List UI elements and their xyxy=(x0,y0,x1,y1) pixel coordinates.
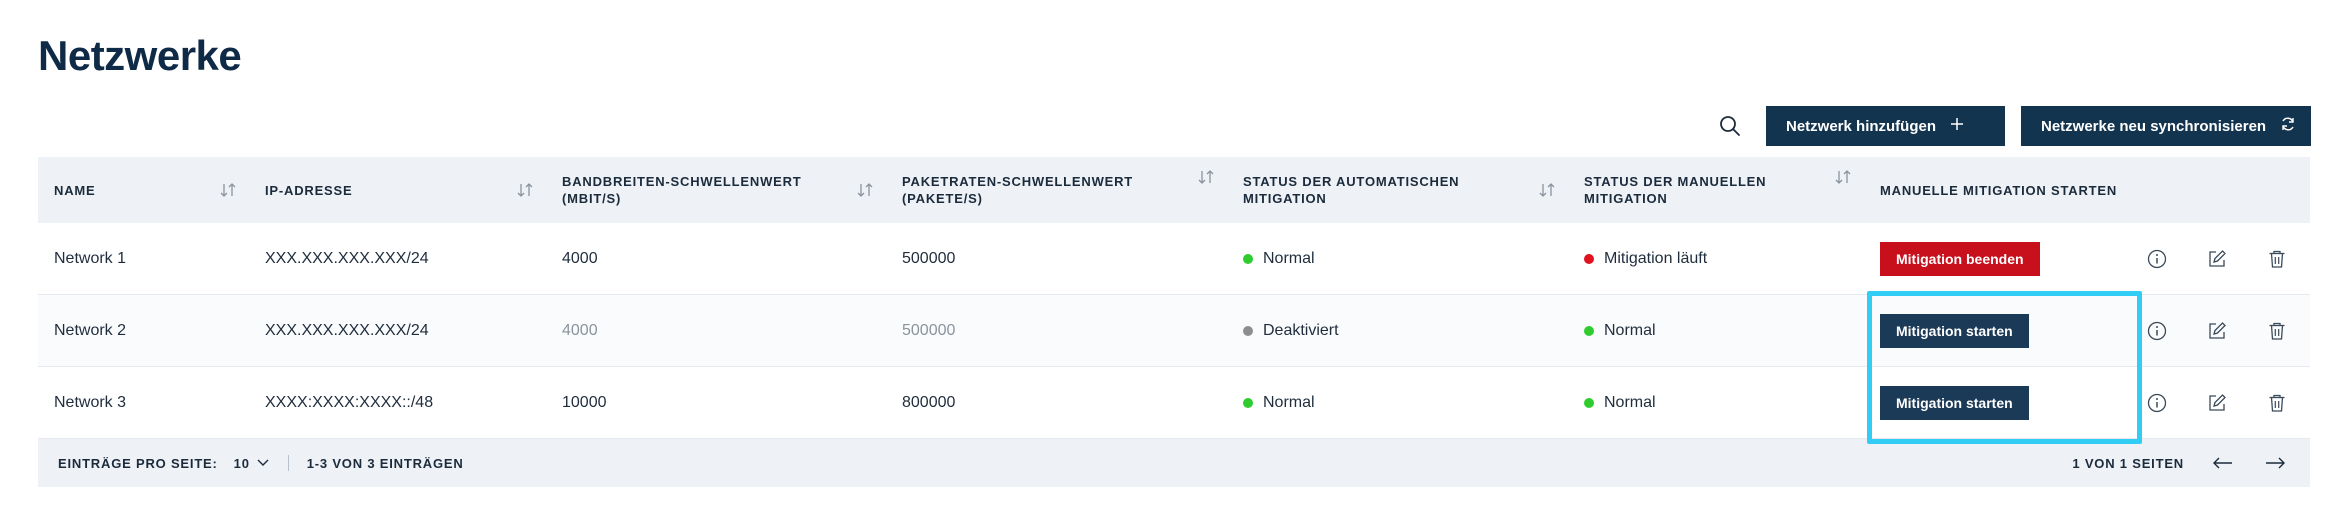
column-header-label: STATUS DER AUTOMATISCHEN MITIGATION xyxy=(1243,174,1460,206)
sort-icon[interactable] xyxy=(1197,168,1215,186)
status-text: Mitigation läuft xyxy=(1604,249,1708,267)
cell-actions: Mitigation starten xyxy=(1864,295,2310,366)
cell-ip: XXXX:XXXX:XXXX::/48 xyxy=(265,393,434,411)
status-dot xyxy=(1584,253,1594,264)
cell-bandwidth: 10000 xyxy=(562,393,607,411)
per-page-label: EINTRÄGE PRO SEITE: xyxy=(58,455,218,471)
page-indicator: 1 VON 1 SEITEN xyxy=(2072,455,2184,471)
status-text: Normal xyxy=(1263,393,1315,411)
sync-networks-label: Netzwerke neu synchronisieren xyxy=(2041,117,2267,135)
edit-icon[interactable] xyxy=(2206,320,2228,342)
divider xyxy=(287,455,289,471)
trash-icon[interactable] xyxy=(2266,320,2288,342)
status-dot xyxy=(1243,253,1253,264)
edit-icon[interactable] xyxy=(2206,392,2228,414)
toolbar: Netzwerk hinzufügen Netzwerke neu synchr… xyxy=(1710,106,2311,146)
sync-networks-button[interactable]: Netzwerke neu synchronisieren xyxy=(2021,106,2311,146)
page-title: Netzwerke xyxy=(38,32,242,79)
info-icon[interactable] xyxy=(2146,248,2168,270)
cell-name: Network 3 xyxy=(54,393,127,411)
info-icon[interactable] xyxy=(2146,320,2168,342)
status-dot xyxy=(1243,325,1253,336)
plus-icon xyxy=(1950,117,1964,135)
column-header-label: PAKETRATEN-SCHWELLENWERT (PAKETE/S) xyxy=(902,174,1134,206)
info-icon[interactable] xyxy=(2146,392,2168,414)
add-network-label: Netzwerk hinzufügen xyxy=(1786,117,1937,135)
cell-actions: Mitigation beenden xyxy=(1864,223,2310,294)
status-text: Normal xyxy=(1604,321,1656,339)
table-row: Network 2 XXX.XXX.XXX.XXX/24 4000 500000… xyxy=(38,295,2310,367)
arrow-left-icon[interactable] xyxy=(2212,455,2236,471)
start-mitigation-button[interactable]: Mitigation starten xyxy=(1880,385,2029,420)
cell-packets: 500000 xyxy=(902,249,956,267)
column-header-manual-status[interactable]: STATUS DER MANUELLEN MITIGATION xyxy=(1568,157,1864,223)
sort-icon[interactable] xyxy=(516,181,534,199)
sort-icon[interactable] xyxy=(856,181,874,199)
entries-range: 1-3 VON 3 EINTRÄGEN xyxy=(306,455,464,471)
column-header-label: NAME xyxy=(54,182,96,198)
table-row: Network 1 XXX.XXX.XXX.XXX/24 4000 500000… xyxy=(38,223,2310,295)
cell-name: Network 2 xyxy=(54,321,127,339)
cell-auto-status: Normal xyxy=(1227,223,1568,294)
edit-icon[interactable] xyxy=(2206,248,2228,270)
trash-icon[interactable] xyxy=(2266,392,2288,414)
cell-actions: Mitigation starten xyxy=(1864,367,2310,438)
cell-packets: 500000 xyxy=(902,321,956,339)
status-dot xyxy=(1584,325,1594,336)
stop-mitigation-button[interactable]: Mitigation beenden xyxy=(1880,241,2040,276)
cell-bandwidth: 4000 xyxy=(562,249,598,267)
column-header-auto-status[interactable]: STATUS DER AUTOMATISCHEN MITIGATION xyxy=(1227,157,1568,223)
column-header-ip[interactable]: IP-ADRESSE xyxy=(249,157,546,223)
cell-ip: XXX.XXX.XXX.XXX/24 xyxy=(265,321,429,339)
cell-ip: XXX.XXX.XXX.XXX/24 xyxy=(265,249,429,267)
networks-table: NAME IP-ADRESSE BANDBREITEN-SCHWELLENWER… xyxy=(38,157,2310,487)
sort-icon[interactable] xyxy=(219,181,237,199)
cell-packets: 800000 xyxy=(902,393,956,411)
table-row: Network 3 XXXX:XXXX:XXXX::/48 10000 8000… xyxy=(38,367,2310,439)
sort-icon[interactable] xyxy=(1834,168,1852,186)
status-dot xyxy=(1243,397,1253,408)
cell-manual-status: Normal xyxy=(1568,295,1864,366)
column-header-bandwidth[interactable]: BANDBREITEN-SCHWELLENWERT (MBIT/S) xyxy=(546,157,886,223)
search-icon[interactable] xyxy=(1710,106,1750,146)
per-page-select[interactable]: 10 xyxy=(234,456,270,471)
arrow-right-icon[interactable] xyxy=(2264,455,2288,471)
column-header-label: IP-ADRESSE xyxy=(265,182,353,198)
cell-bandwidth: 4000 xyxy=(562,321,598,339)
sort-icon[interactable] xyxy=(1538,181,1556,199)
start-mitigation-button[interactable]: Mitigation starten xyxy=(1880,313,2029,348)
refresh-icon xyxy=(2280,116,2296,136)
status-text: Normal xyxy=(1604,393,1656,411)
cell-auto-status: Deaktiviert xyxy=(1227,295,1568,366)
chevron-down-icon xyxy=(256,456,270,471)
column-header-label: BANDBREITEN-SCHWELLENWERT (MBIT/S) xyxy=(562,174,802,206)
status-text: Normal xyxy=(1263,249,1315,267)
cell-manual-status: Mitigation läuft xyxy=(1568,223,1864,294)
cell-manual-status: Normal xyxy=(1568,367,1864,438)
cell-auto-status: Normal xyxy=(1227,367,1568,438)
table-header: NAME IP-ADRESSE BANDBREITEN-SCHWELLENWER… xyxy=(38,157,2310,223)
status-dot xyxy=(1584,397,1594,408)
column-header-packets[interactable]: PAKETRATEN-SCHWELLENWERT (PAKETE/S) xyxy=(886,157,1227,223)
status-text: Deaktiviert xyxy=(1263,321,1339,339)
trash-icon[interactable] xyxy=(2266,248,2288,270)
column-header-name[interactable]: NAME xyxy=(38,157,249,223)
cell-name: Network 1 xyxy=(54,249,127,267)
per-page-value: 10 xyxy=(233,455,250,471)
table-footer: EINTRÄGE PRO SEITE: 10 1-3 VON 3 EINTRÄG… xyxy=(38,439,2310,487)
column-header-label: STATUS DER MANUELLEN MITIGATION xyxy=(1584,174,1767,206)
column-header-label: MANUELLE MITIGATION STARTEN xyxy=(1880,182,2118,198)
add-network-button[interactable]: Netzwerk hinzufügen xyxy=(1766,106,2005,146)
column-header-manual-start: MANUELLE MITIGATION STARTEN xyxy=(1864,157,2310,223)
